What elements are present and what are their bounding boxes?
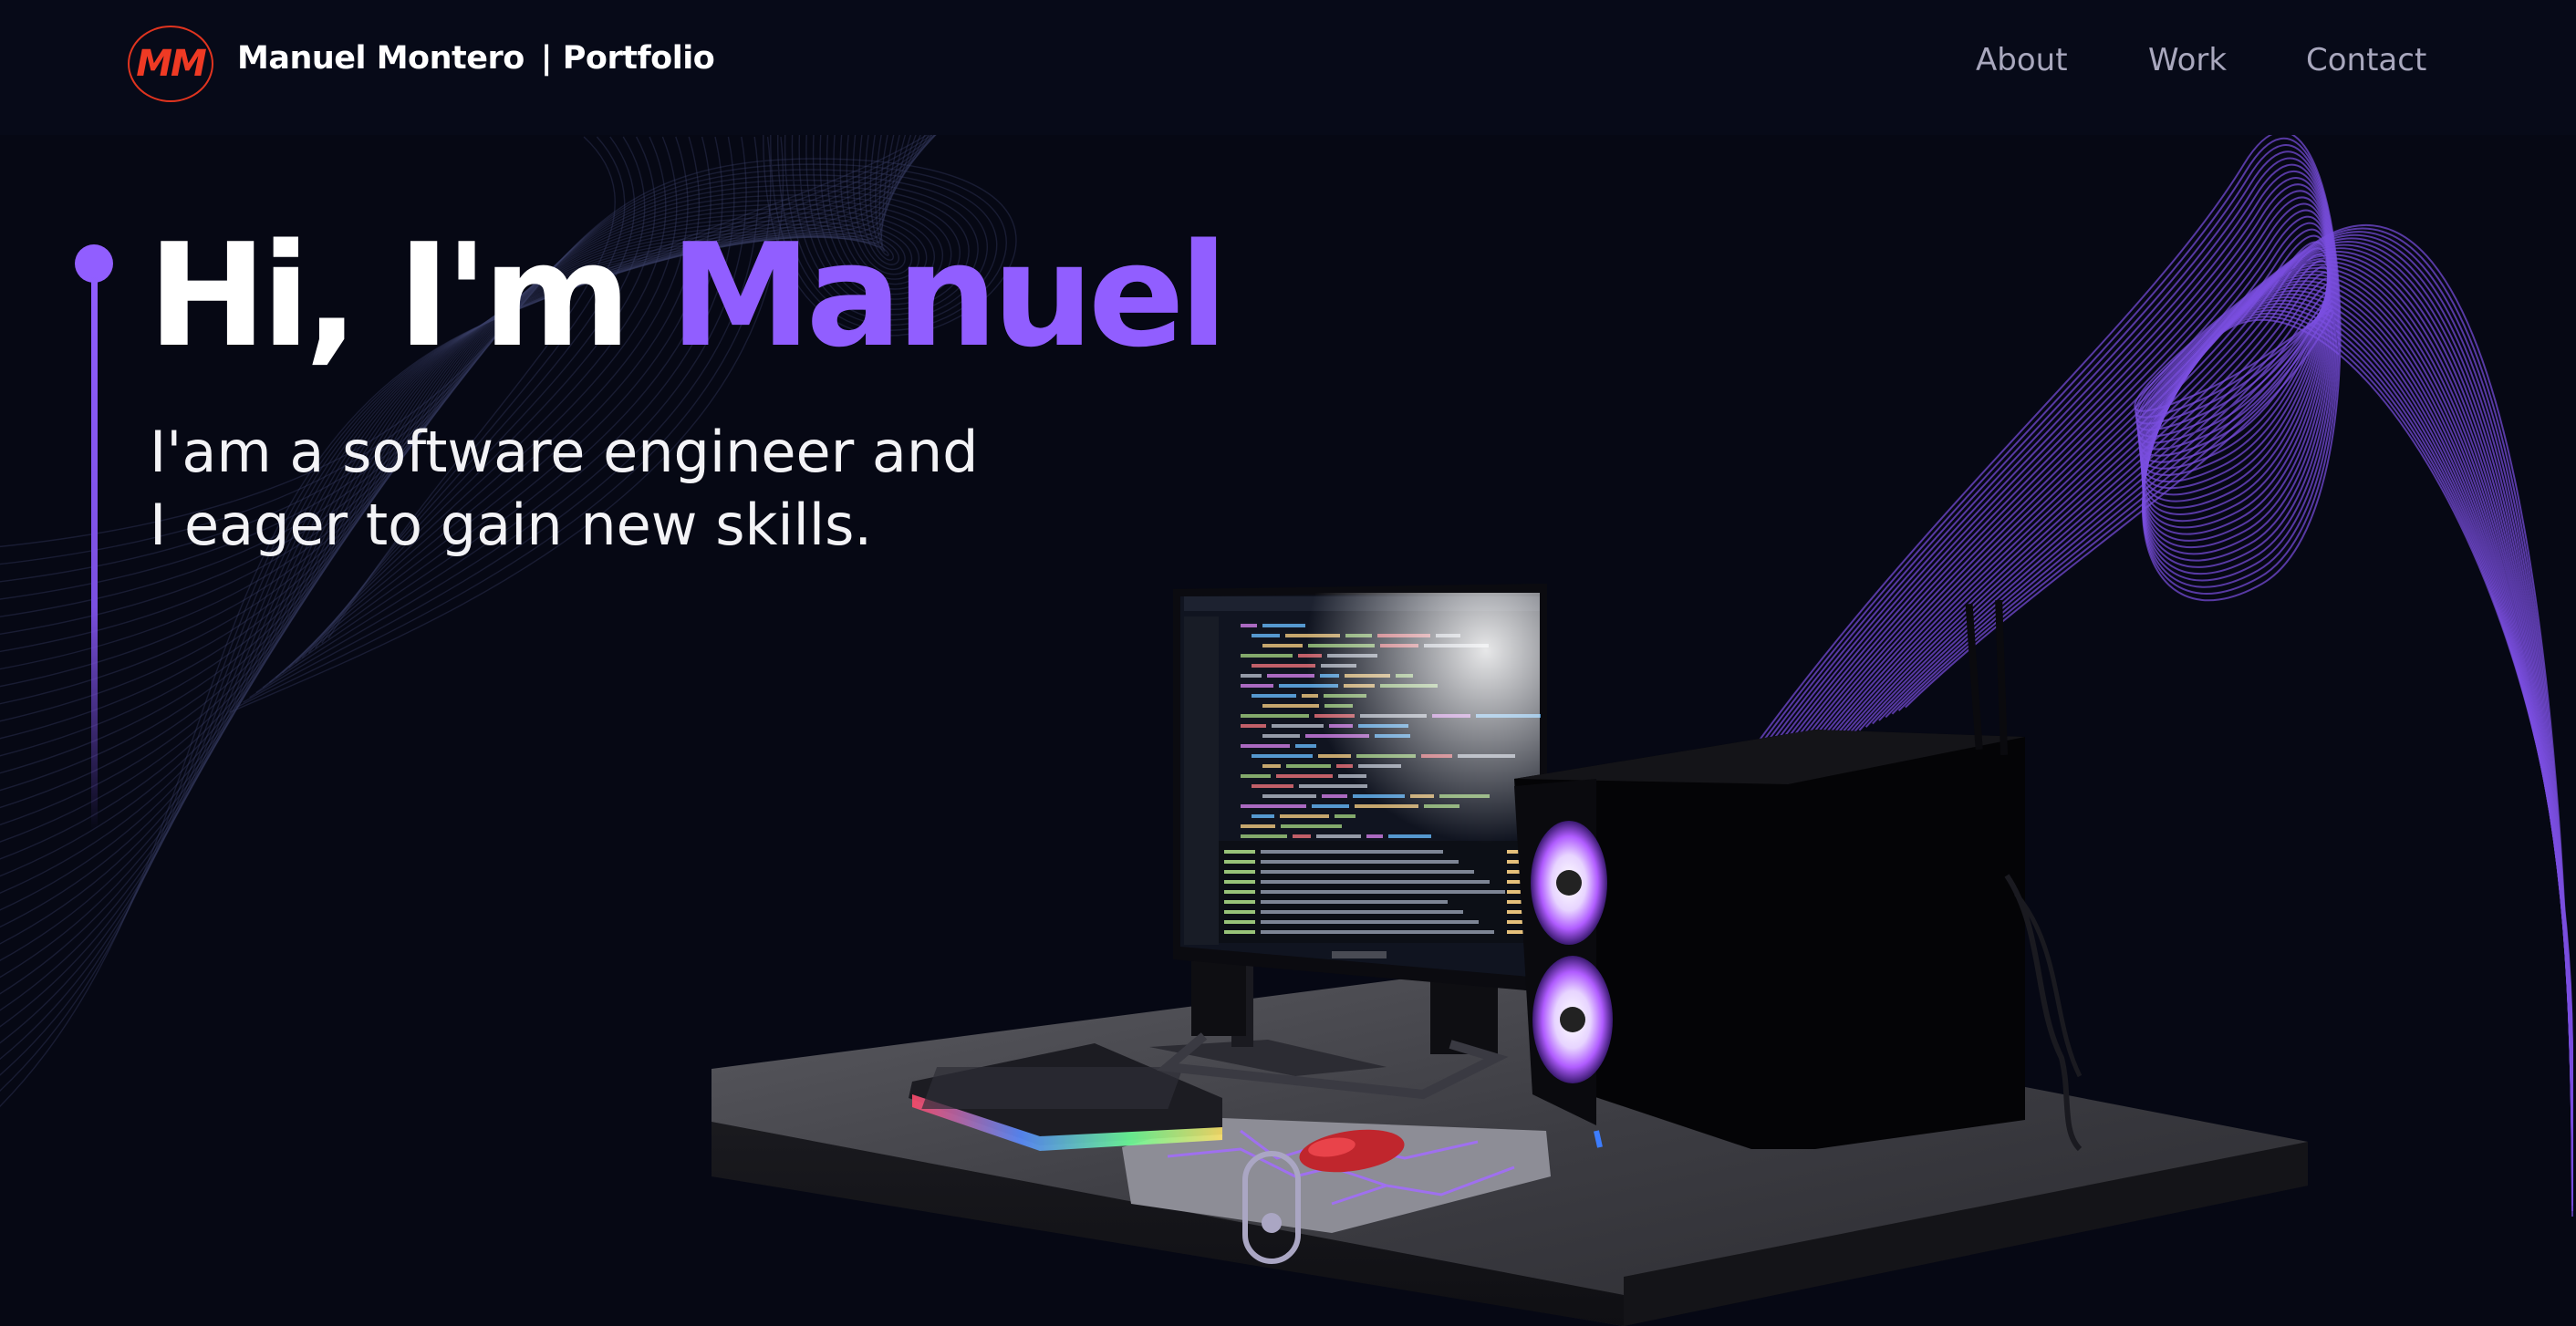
hero-name: Manuel — [670, 212, 1228, 378]
hero-subtitle: I'am a software engineer and I eager to … — [150, 416, 979, 562]
desk-setup-illustration[interactable] — [693, 584, 2335, 1326]
nav-contact-link[interactable]: Contact — [2306, 42, 2426, 78]
brand-suffix: | Portfolio — [540, 40, 715, 77]
hero-subtitle-line-1: I'am a software engineer and — [150, 419, 979, 485]
scroll-indicator-icon[interactable] — [1242, 1151, 1301, 1264]
portfolio-page: MM Manuel Montero | Portfolio About Work … — [0, 0, 2576, 1326]
hero-greeting: Hi, I'm — [148, 212, 670, 378]
hero-title: Hi, I'm Manuel — [148, 224, 1228, 367]
nav-work-link[interactable]: Work — [2148, 42, 2227, 78]
logo-badge[interactable]: MM — [128, 26, 213, 102]
top-navbar: MM Manuel Montero | Portfolio About Work … — [0, 0, 2576, 135]
nav-about-link[interactable]: About — [1976, 42, 2068, 78]
logo-text: MM — [136, 43, 207, 85]
hero-accent-line — [91, 274, 98, 830]
hero-subtitle-line-2: I eager to gain new skills. — [150, 492, 873, 558]
brand-name: Manuel Montero — [237, 40, 525, 77]
brand-title[interactable]: Manuel Montero | Portfolio — [237, 40, 715, 77]
scroll-indicator-dot — [1262, 1213, 1282, 1233]
